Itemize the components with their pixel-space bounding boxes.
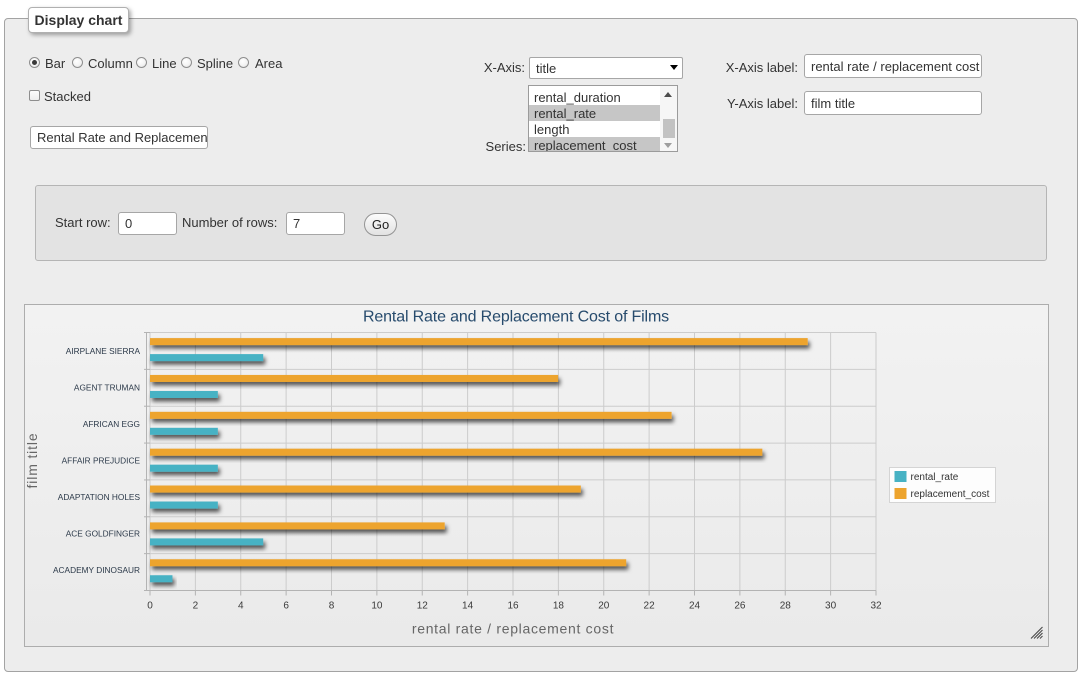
svg-text:AIRPLANE SIERRA: AIRPLANE SIERRA <box>66 346 141 356</box>
svg-text:rental rate / replacement cost: rental rate / replacement cost <box>412 621 614 637</box>
svg-text:ACADEMY DINOSAUR: ACADEMY DINOSAUR <box>53 565 140 575</box>
svg-text:0: 0 <box>147 601 153 612</box>
svg-text:24: 24 <box>689 601 701 612</box>
svg-text:14: 14 <box>462 601 474 612</box>
svg-text:32: 32 <box>870 601 882 612</box>
svg-text:Rental Rate and Replacement Co: Rental Rate and Replacement Cost of Film… <box>363 309 669 326</box>
svg-text:AFFAIR PREJUDICE: AFFAIR PREJUDICE <box>62 456 141 466</box>
svg-text:replacement_cost: replacement_cost <box>911 489 990 500</box>
svg-text:26: 26 <box>734 601 746 612</box>
svg-text:ACE GOLDFINGER: ACE GOLDFINGER <box>66 529 140 539</box>
svg-text:AGENT TRUMAN: AGENT TRUMAN <box>74 383 140 393</box>
svg-text:18: 18 <box>553 601 565 612</box>
svg-text:8: 8 <box>329 601 335 612</box>
svg-text:12: 12 <box>417 601 429 612</box>
svg-text:film title: film title <box>25 433 40 489</box>
svg-text:2: 2 <box>193 601 199 612</box>
svg-text:20: 20 <box>598 601 610 612</box>
svg-text:6: 6 <box>283 601 289 612</box>
svg-text:28: 28 <box>780 601 792 612</box>
svg-text:ADAPTATION HOLES: ADAPTATION HOLES <box>58 492 141 502</box>
svg-text:4: 4 <box>238 601 244 612</box>
svg-text:10: 10 <box>371 601 383 612</box>
svg-text:AFRICAN EGG: AFRICAN EGG <box>83 419 140 429</box>
svg-text:16: 16 <box>507 601 519 612</box>
svg-text:30: 30 <box>825 601 837 612</box>
svg-text:rental_rate: rental_rate <box>911 472 959 483</box>
svg-text:22: 22 <box>644 601 656 612</box>
